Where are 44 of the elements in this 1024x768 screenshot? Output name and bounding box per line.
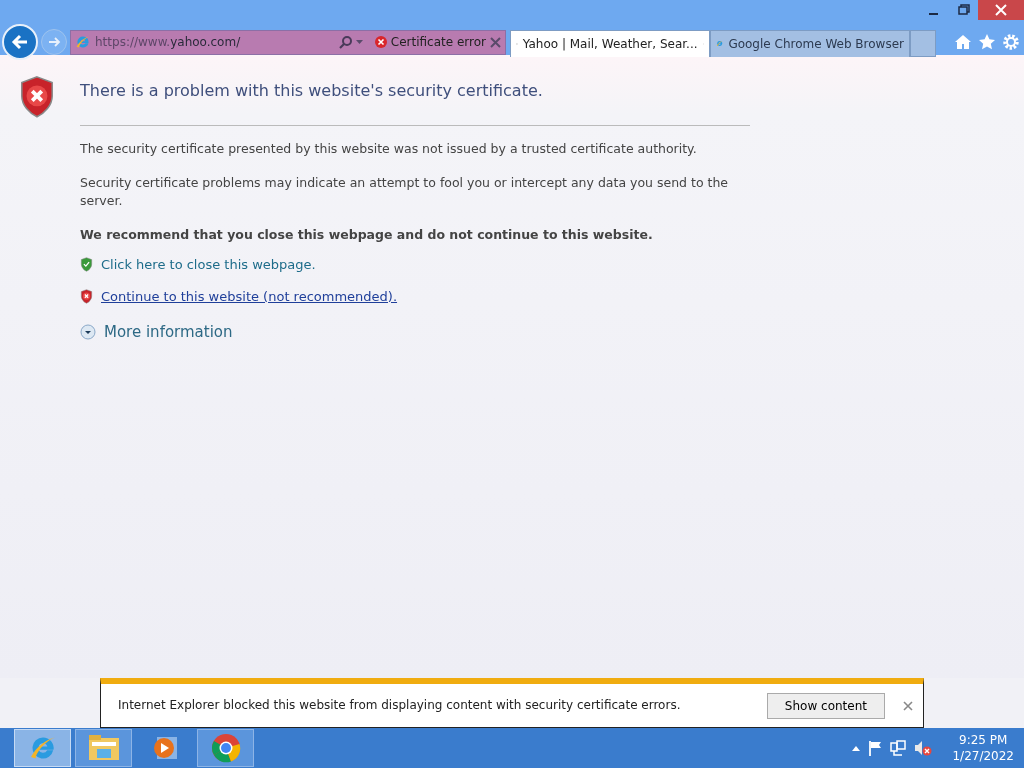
error-shield-icon — [18, 75, 56, 119]
error-icon — [374, 36, 387, 48]
error-shield-icon — [80, 289, 93, 304]
link[interactable]: Continue to this website (not recommended). — [101, 286, 398, 307]
media-player-icon — [151, 735, 178, 761]
browser-icon — [75, 34, 91, 50]
check-shield-icon — [80, 257, 93, 272]
clock-time[interactable]: 9:25 PM — [952, 731, 1014, 748]
certificate-error-badge[interactable]: Certificate error — [374, 33, 486, 51]
browser-tab[interactable]: Yahoo | Mail, Weather, Sear... — [510, 29, 710, 57]
network-icon[interactable] — [890, 740, 907, 756]
taskbar-button[interactable] — [197, 729, 254, 767]
notification-message: Internet Explorer blocked this website from displaying content with security certificate errors. — [118, 696, 681, 714]
clock-date[interactable]: 1/27/2022 — [952, 748, 1014, 765]
chrome-icon — [210, 733, 241, 763]
search-icon[interactable] — [338, 35, 352, 49]
taskbar-button[interactable] — [14, 729, 71, 767]
expand-icon — [80, 323, 96, 340]
minimize-icon — [928, 13, 938, 15]
folder-icon — [87, 734, 120, 762]
link[interactable]: Click here to close this webpage. — [101, 254, 316, 275]
settings-icon[interactable] — [1002, 33, 1020, 51]
flag-icon[interactable] — [868, 740, 883, 756]
home-icon[interactable] — [954, 33, 972, 51]
dropdown-caret-icon[interactable] — [355, 39, 363, 45]
back-arrow-icon — [10, 32, 30, 52]
muted-speaker-icon[interactable] — [914, 740, 933, 756]
address-field[interactable]: https://www.yahoo.com/ — [95, 33, 335, 51]
taskbar-button[interactable] — [75, 729, 132, 767]
browser-tab[interactable]: Google Chrome Web Browser — [710, 29, 910, 57]
back-button[interactable] — [2, 24, 38, 60]
forward-arrow-icon — [47, 35, 61, 49]
paragraph: The security certificate presented by this website was not issued by a trusted certificate authority. — [80, 140, 698, 158]
star-icon[interactable] — [978, 33, 996, 51]
show-content-button[interactable]: Show content — [766, 692, 885, 719]
more-information-toggle[interactable]: More information — [80, 320, 233, 343]
restore-icon — [956, 3, 970, 17]
recommendation-text: We recommend that you close this webpage and do not continue to this website. — [80, 226, 654, 245]
show-hidden-icons-caret[interactable] — [852, 745, 861, 751]
certificate-error-label: Certificate error — [390, 34, 486, 51]
forward-button[interactable] — [41, 29, 67, 55]
close-button[interactable] — [978, 0, 1024, 20]
page-title: There is a problem with this website's security certificate. — [80, 80, 544, 102]
paragraph: Security certificate problems may indicate an attempt to fool you or intercept any data you send to the server. — [80, 174, 730, 211]
